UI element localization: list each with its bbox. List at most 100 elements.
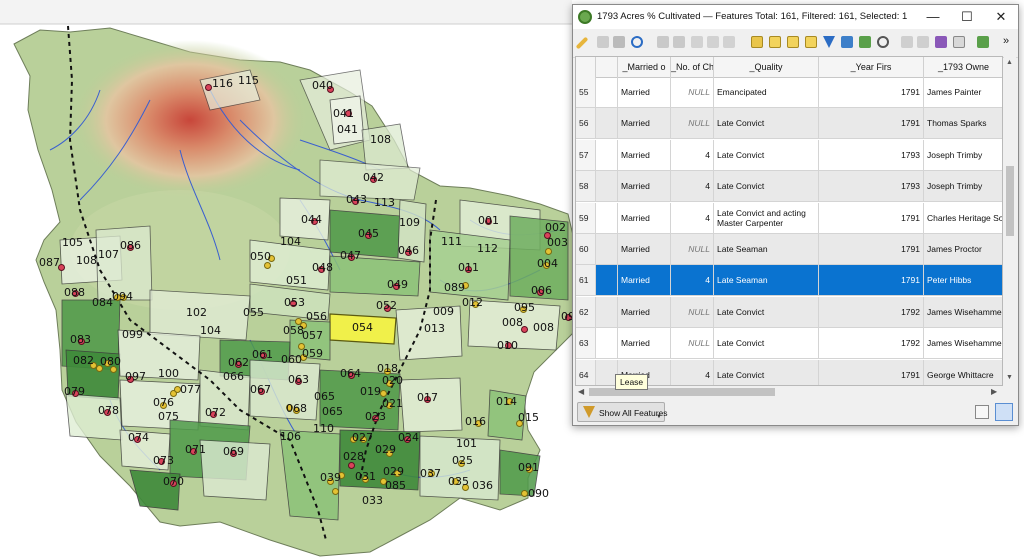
cell-children[interactable]: 4 xyxy=(671,359,714,385)
row-number[interactable]: 58 xyxy=(576,171,596,202)
row-number[interactable]: 62 xyxy=(576,296,596,327)
row-number[interactable]: 61 xyxy=(576,265,596,296)
cell-children[interactable]: NULL xyxy=(671,108,714,139)
blank-cell[interactable] xyxy=(596,108,618,139)
cell-children[interactable]: 4 xyxy=(671,265,714,296)
window-titlebar[interactable]: 1793 Acres % Cultivated — Features Total… xyxy=(573,5,1018,29)
blank-cell[interactable] xyxy=(596,171,618,202)
cell-owner[interactable]: Charles Heritage Sold xyxy=(924,203,1002,233)
add-feature-icon[interactable] xyxy=(657,36,669,48)
blank-cell[interactable] xyxy=(596,296,618,327)
row-number[interactable]: 56 xyxy=(576,108,596,139)
blank-cell[interactable] xyxy=(596,234,618,264)
attribute-table[interactable]: _Married o _No. of Ch _Quality _Year Fir… xyxy=(575,56,1003,386)
column-header-children[interactable]: _No. of Ch xyxy=(671,57,714,77)
cell-quality[interactable]: Late Convict xyxy=(714,139,819,170)
zoom-to-selected-icon[interactable] xyxy=(877,36,889,48)
multi-edit-icon[interactable] xyxy=(597,36,609,48)
cell-year[interactable]: 1793 xyxy=(819,171,924,202)
dock-icon[interactable] xyxy=(977,36,989,48)
cell-quality[interactable]: Late Seaman xyxy=(714,265,819,296)
table-row[interactable]: 62 Married NULL Late Convict 1792 James Wiseh… xyxy=(576,296,1002,328)
cell-quality[interactable]: Late Convict xyxy=(714,359,819,385)
cell-married[interactable]: Married xyxy=(618,77,671,107)
cell-children[interactable]: 4 xyxy=(671,202,714,233)
cell-owner[interactable]: James Painter xyxy=(924,77,1002,107)
show-all-features-button[interactable]: Show All Features ▼ xyxy=(577,402,668,422)
cell-married[interactable]: Married xyxy=(618,139,671,170)
scroll-down-icon[interactable]: ▼ xyxy=(1006,374,1013,381)
cell-quality[interactable]: Late Convict xyxy=(714,171,819,202)
field-calculator-icon[interactable] xyxy=(935,36,947,48)
cell-year[interactable]: 1791 xyxy=(819,202,924,233)
vertical-scrollbar[interactable]: ▲ ▼ xyxy=(1004,56,1016,386)
table-row[interactable]: 58 Married 4 Late Convict 1793 Joseph Trimby xyxy=(576,171,1002,203)
cell-children[interactable]: NULL xyxy=(671,77,714,107)
cut-icon[interactable] xyxy=(691,36,703,48)
delete-feature-icon[interactable] xyxy=(673,36,685,48)
pan-to-selected-icon[interactable] xyxy=(859,36,871,48)
cell-married[interactable]: Married xyxy=(618,202,671,233)
row-number[interactable]: 60 xyxy=(576,234,596,264)
cell-married[interactable]: Married xyxy=(618,171,671,202)
select-by-expression-icon[interactable] xyxy=(751,36,763,48)
cell-children[interactable]: 4 xyxy=(671,139,714,170)
select-all-icon[interactable] xyxy=(769,36,781,48)
scroll-up-icon[interactable]: ▲ xyxy=(1006,59,1013,66)
cell-children[interactable]: NULL xyxy=(671,296,714,327)
close-button[interactable]: ✕ xyxy=(984,5,1018,29)
move-selection-to-top-icon[interactable] xyxy=(841,36,853,48)
cell-children[interactable]: 4 xyxy=(671,171,714,202)
cell-year[interactable]: 1792 xyxy=(819,328,924,359)
table-row[interactable]: 63 Married NULL Late Convict 1792 James Wiseh… xyxy=(576,328,1002,360)
blank-cell[interactable] xyxy=(596,77,618,107)
filter-icon[interactable] xyxy=(823,36,835,48)
cell-year[interactable]: 1791 xyxy=(819,77,924,107)
form-view-icon[interactable] xyxy=(975,405,989,419)
save-edits-icon[interactable] xyxy=(613,36,625,48)
cell-owner[interactable]: George Whittacre xyxy=(924,359,1002,385)
delete-field-icon[interactable] xyxy=(917,36,929,48)
row-number[interactable]: 59 xyxy=(576,202,596,233)
cell-owner[interactable]: Joseph Trimby xyxy=(924,171,1002,202)
table-row[interactable]: 55 Married NULL Emancipated 1791 James Painte… xyxy=(576,77,1002,108)
scroll-right-icon[interactable]: ▶ xyxy=(991,387,997,396)
cell-children[interactable]: NULL xyxy=(671,234,714,264)
cell-owner[interactable]: Peter Hibbs xyxy=(924,265,1002,296)
cell-quality[interactable]: Emancipated xyxy=(714,77,819,107)
table-row[interactable]: 60 Married NULL Late Seaman 1791 James Procto… xyxy=(576,234,1002,265)
table-row[interactable]: 56 Married NULL Late Convict 1791 Thomas Spar… xyxy=(576,108,1002,140)
cell-married[interactable]: Married xyxy=(618,328,671,359)
blank-cell[interactable] xyxy=(596,328,618,359)
cell-year[interactable]: 1791 xyxy=(819,359,924,385)
reload-icon[interactable] xyxy=(631,36,643,48)
table-row[interactable]: 61 Married 4 Late Seaman 1791 Peter Hibbs xyxy=(576,265,1002,297)
row-number[interactable]: 63 xyxy=(576,328,596,359)
deselect-all-icon[interactable] xyxy=(805,36,817,48)
cell-married[interactable]: Married xyxy=(618,234,671,264)
table-row[interactable]: 57 Married 4 Late Convict 1793 Joseph Trimby xyxy=(576,139,1002,171)
cell-owner[interactable]: James Proctor xyxy=(924,234,1002,264)
cell-children[interactable]: NULL xyxy=(671,328,714,359)
row-number[interactable]: 57 xyxy=(576,139,596,170)
blank-cell[interactable] xyxy=(596,202,618,233)
cell-married[interactable]: Married xyxy=(618,108,671,139)
column-header-year[interactable]: _Year Firs xyxy=(819,57,924,77)
conditional-formatting-icon[interactable] xyxy=(953,36,965,48)
toggle-editing-icon[interactable] xyxy=(575,36,589,50)
cell-owner[interactable]: Thomas Sparks xyxy=(924,108,1002,139)
copy-icon[interactable] xyxy=(707,36,719,48)
row-number[interactable]: 55 xyxy=(576,77,596,107)
blank-cell[interactable] xyxy=(596,265,618,296)
table-view-icon[interactable] xyxy=(995,403,1013,421)
cell-year[interactable]: 1791 xyxy=(819,265,924,296)
new-field-icon[interactable] xyxy=(901,36,913,48)
cell-owner[interactable]: James Wisehammer xyxy=(924,328,1002,358)
minimize-button[interactable]: — xyxy=(916,5,950,29)
blank-column-header[interactable] xyxy=(596,57,618,77)
column-header-married[interactable]: _Married o xyxy=(618,57,671,77)
vertical-scroll-thumb[interactable] xyxy=(1006,166,1014,236)
blank-cell[interactable] xyxy=(596,139,618,170)
cell-owner[interactable]: James Wisehammer xyxy=(924,296,1002,327)
invert-selection-icon[interactable] xyxy=(787,36,799,48)
